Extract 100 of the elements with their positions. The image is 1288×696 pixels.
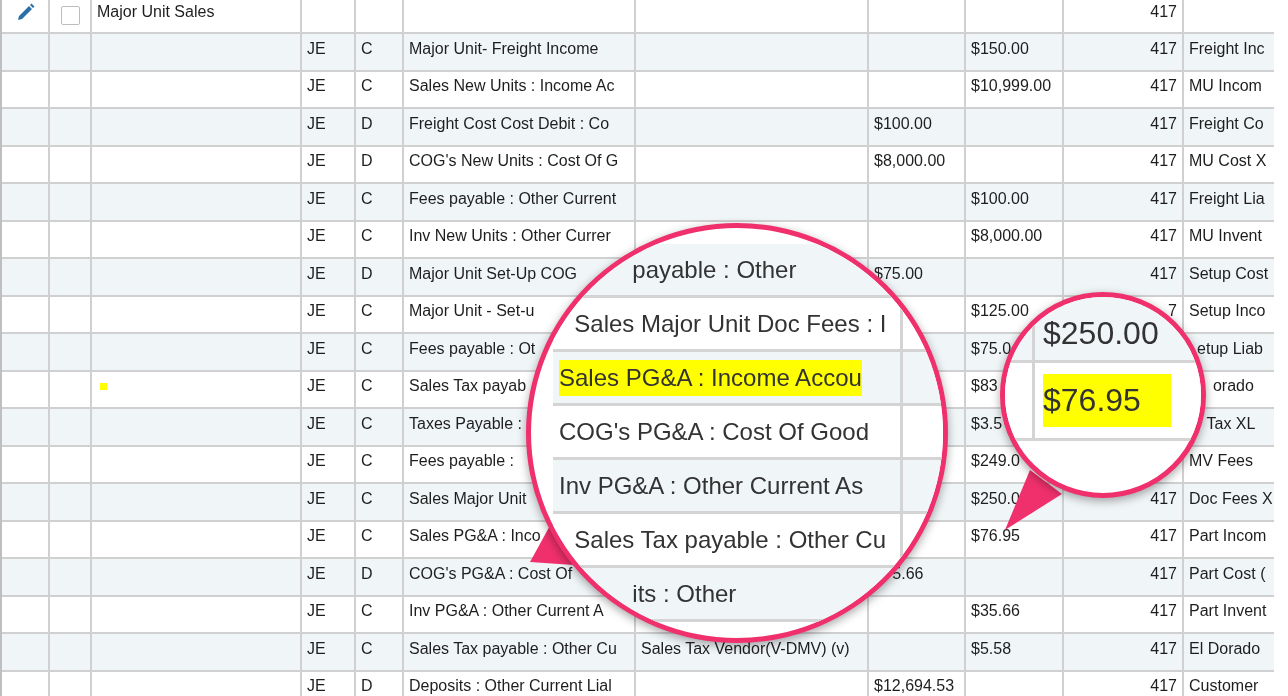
table-cell: $125.00	[971, 302, 1029, 321]
table-cell: Deposits : Other Current Lial	[409, 677, 612, 696]
table-cell: JE	[307, 152, 326, 171]
table-cell: JE	[307, 677, 326, 696]
table-cell: Sales New Units : Income Ac	[409, 77, 615, 96]
table-cell: $8,000.00	[971, 227, 1043, 246]
table-cell: C	[361, 527, 373, 546]
table-cell: Setup Inco	[1189, 302, 1266, 321]
table-cell: C	[361, 302, 373, 321]
table-cell: JE	[307, 264, 326, 283]
table-cell: orado	[1212, 377, 1254, 396]
magnified-amount: $76.95	[1043, 374, 1171, 427]
table-cell: D	[361, 152, 373, 171]
table-cell: $35.66	[971, 602, 1020, 621]
table-cell: C	[361, 77, 373, 96]
table-cell: Part Incom	[1189, 527, 1267, 546]
table-cell: $3.5	[971, 414, 1003, 433]
table-cell: $100.00	[874, 114, 932, 133]
table-cell: Customer	[1189, 677, 1259, 696]
table-cell: C	[361, 39, 373, 58]
table-cell: $75.00	[874, 264, 923, 283]
table-cell: Sales Tax Vendor(V-DMV) (v)	[641, 639, 850, 658]
table-cell: JE	[307, 639, 326, 658]
table-cell: C	[361, 452, 373, 471]
magnified-text: Sales Tax payable : Other Cu	[574, 525, 886, 554]
table-cell: $150.00	[971, 39, 1029, 58]
table-cell: $250.0	[971, 489, 1020, 508]
table-cell: MU Invent	[1189, 227, 1262, 246]
group-title: Major Unit Sales	[97, 3, 215, 21]
table-cell: etup Liab	[1197, 339, 1263, 358]
table-cell: JE	[307, 602, 326, 621]
table-cell: C	[361, 227, 373, 246]
table-cell: D	[361, 114, 373, 133]
table-cell: JE	[307, 339, 326, 358]
table-cell: Taxes Payable :	[409, 414, 522, 433]
table-cell: Fees payable : Ot	[409, 339, 536, 358]
table-cell: JE	[307, 77, 326, 96]
checkbox[interactable]	[60, 6, 80, 25]
table-cell: D	[361, 264, 373, 283]
table-cell: 417	[1150, 639, 1177, 658]
table-cell: Sales PG&A : Inco	[409, 527, 541, 546]
table-cell: JE	[307, 39, 326, 58]
table-cell: $100.00	[971, 189, 1029, 208]
magnified-text: Inv PG&A : Other Current As	[559, 471, 864, 500]
magnified-text: Sales Major Unit Doc Fees : I	[574, 309, 887, 338]
magnified-text: payable : Other	[632, 255, 797, 284]
table-cell: 417	[1150, 152, 1177, 171]
table-cell: D	[361, 564, 373, 583]
table-cell: C	[361, 602, 373, 621]
table-cell: Freight Cost Cost Debit : Co	[409, 114, 610, 133]
table-cell: JE	[307, 377, 326, 396]
table-cell: MU Incom	[1189, 77, 1262, 96]
table-cell: JE	[307, 302, 326, 321]
table-cell: 417	[1150, 39, 1177, 58]
table-cell: JE	[307, 564, 326, 583]
table-cell: 7	[1168, 302, 1177, 321]
table-cell: 417	[1150, 77, 1177, 96]
magnified-amount: $250.00	[1043, 315, 1159, 352]
table-cell: C	[361, 489, 373, 508]
table-cell: $83	[971, 377, 998, 396]
table-cell: JE	[307, 227, 326, 246]
table-cell: $8,000.00	[874, 152, 946, 171]
table-cell: El Dorado	[1189, 639, 1261, 658]
table-cell: Sales Major Unit	[409, 489, 527, 508]
table-cell: Fees payable : Other Current	[409, 189, 617, 208]
table-cell: Part Invent	[1189, 602, 1267, 621]
table-cell: $249.0	[971, 452, 1020, 471]
table-cell: Doc Fees X	[1189, 489, 1272, 508]
table-cell: $12,694.53	[874, 677, 955, 696]
table-cell: COG's New Units : Cost Of G	[409, 152, 619, 171]
table-cell: Fees payable :	[409, 452, 514, 471]
magnified-text: COG's PG&A : Cost Of Good	[559, 417, 870, 446]
table-cell: $5.58	[971, 639, 1012, 658]
table-cell: Major Unit Set-Up COG	[409, 264, 578, 283]
table-cell: $10,999.00	[971, 77, 1052, 96]
table-cell: $76.95	[971, 527, 1020, 546]
table-cell: Sales Tax payab	[409, 377, 527, 396]
table-cell: $75.0	[971, 339, 1012, 358]
table-cell: 417	[1150, 3, 1177, 21]
table-cell: COG's PG&A : Cost Of	[409, 564, 573, 583]
table-cell: Major Unit - Set-u	[409, 302, 535, 321]
table-cell: JE	[307, 189, 326, 208]
table-cell: C	[361, 639, 373, 658]
table-cell: 417	[1150, 189, 1177, 208]
table-cell: Major Unit- Freight Income	[409, 39, 599, 58]
table-cell: JE	[307, 114, 326, 133]
table-cell: 417	[1150, 489, 1177, 508]
table-cell: Freight Inc	[1189, 39, 1265, 58]
table-cell: C	[361, 339, 373, 358]
magnified-text: its : Other	[632, 579, 737, 608]
table-cell: Tax XL	[1206, 414, 1256, 433]
table-cell: 417	[1150, 114, 1177, 133]
table-cell: C	[361, 377, 373, 396]
table-cell: D	[361, 677, 373, 696]
table-cell: 417	[1150, 527, 1177, 546]
table-cell: Sales Tax payable : Other Cu	[409, 639, 617, 658]
table-cell: 417	[1150, 264, 1177, 283]
table-cell: Inv New Units : Other Currer	[409, 227, 611, 246]
table-cell: MV Fees	[1189, 452, 1253, 471]
table-cell: 417	[1150, 227, 1177, 246]
